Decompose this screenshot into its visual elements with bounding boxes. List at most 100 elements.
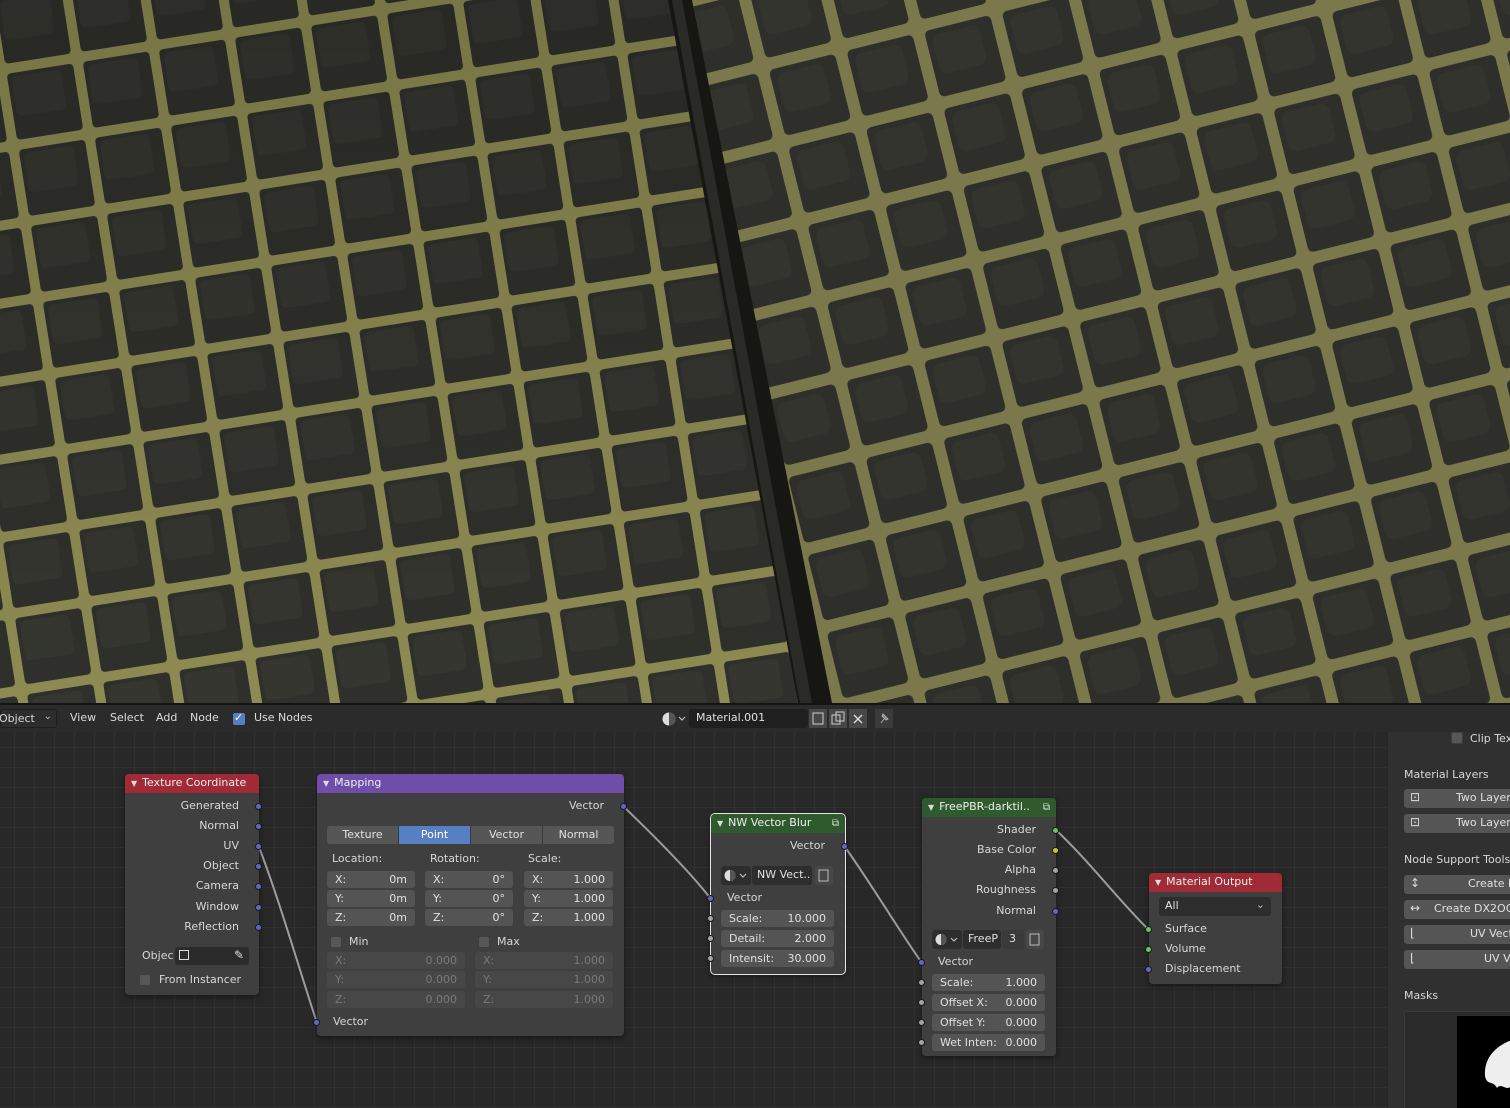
scale-field[interactable]: Scale: 1.000 [932, 974, 1045, 991]
fake-user-icon[interactable] [1026, 930, 1044, 949]
freepbr-node[interactable]: ▼ FreePBR-darktil.. ⧉ Shader Base Color Al… [918, 798, 1059, 1056]
node-group-browse-button[interactable] [932, 930, 962, 949]
socket-generated[interactable] [255, 803, 262, 810]
node-header[interactable]: ▼ Texture Coordinate [125, 774, 259, 793]
collapse-triangle-icon[interactable]: ▼ [717, 819, 723, 828]
rotation-x-field[interactable]: X: 0° [425, 871, 513, 888]
uv-vector-button-2[interactable]: ⌊ UV V [1404, 950, 1510, 969]
socket-output-vector[interactable] [620, 803, 627, 810]
socket-output-vector[interactable] [841, 843, 848, 850]
socket-window[interactable] [255, 904, 262, 911]
collapse-triangle-icon[interactable]: ▼ [1155, 878, 1161, 887]
scale-x-field[interactable]: X: 1.000 [524, 871, 613, 888]
max-checkbox[interactable] [478, 936, 490, 948]
socket-alpha[interactable] [1052, 867, 1059, 874]
menu-add[interactable]: Add [156, 711, 177, 724]
mapping-node[interactable]: ▼ Mapping Vector Texture Point Vector Nor… [313, 774, 627, 1036]
3d-viewport[interactable] [0, 0, 1510, 703]
socket-input-vector[interactable] [313, 1019, 320, 1026]
tab-vector[interactable]: Vector [471, 826, 543, 844]
collapse-triangle-icon[interactable]: ▼ [323, 779, 329, 788]
scale-field[interactable]: Scale: 10.000 [721, 910, 834, 927]
collapse-triangle-icon[interactable]: ▼ [131, 779, 137, 788]
menu-node[interactable]: Node [190, 711, 219, 724]
two-layers-button[interactable]: ⊡ Two Layers [1404, 814, 1510, 833]
node-group-browse-button[interactable] [721, 866, 751, 885]
material-output-node[interactable]: ▼ Material Output All ⌄ Surface Volume Di… [1145, 873, 1282, 984]
node-group-name-field[interactable]: NW Vect.. [752, 866, 812, 885]
unlink-material-icon[interactable] [849, 709, 867, 728]
socket-roughness[interactable] [1052, 887, 1059, 894]
texture-coordinate-node[interactable]: ▼ Texture Coordinate Generated Normal UV … [125, 774, 262, 995]
tab-texture[interactable]: Texture [327, 826, 399, 844]
node-title: Texture Coordinate [142, 776, 247, 789]
socket-object[interactable] [255, 863, 262, 870]
location-z-field[interactable]: Z: 0m [327, 909, 415, 926]
scale-z-field[interactable]: Z: 1.000 [524, 909, 613, 926]
socket-scale[interactable] [707, 915, 714, 922]
socket-offset-x[interactable] [918, 999, 925, 1006]
offset-y-field[interactable]: Offset Y: 0.000 [932, 1014, 1045, 1031]
socket-intensity[interactable] [707, 955, 714, 962]
rotation-y-field[interactable]: Y: 0° [425, 890, 513, 907]
two-layers-button[interactable]: ⊡ Two Layers [1404, 789, 1510, 808]
menu-select[interactable]: Select [110, 711, 144, 724]
material-browse-button[interactable] [660, 710, 688, 728]
min-checkbox[interactable] [330, 936, 342, 948]
socket-normal[interactable] [1052, 908, 1059, 915]
location-x-field[interactable]: X: 0m [327, 871, 415, 888]
offset-x-field[interactable]: Offset X: 0.000 [932, 994, 1045, 1011]
socket-input-vector[interactable] [918, 959, 925, 966]
rotation-z-field[interactable]: Z: 0° [425, 909, 513, 926]
tab-normal[interactable]: Normal [543, 826, 614, 844]
socket-surface[interactable] [1145, 926, 1152, 933]
node-header[interactable]: ▼ Material Output [1149, 873, 1282, 892]
socket-normal[interactable] [255, 823, 262, 830]
eyedropper-icon[interactable]: ✎ [234, 948, 244, 962]
wet-intensity-field[interactable]: Wet Inten: 0.000 [932, 1034, 1045, 1051]
fake-user-icon[interactable] [815, 866, 833, 885]
clip-textures-checkbox[interactable] [1451, 732, 1463, 744]
node-editor-canvas[interactable]: ▼ Texture Coordinate Generated Normal UV … [0, 732, 1387, 1108]
fake-user-icon[interactable] [809, 709, 827, 728]
vector-blur-node[interactable]: ▼ NW Vector Blur ⧉ Vector NW Vect.. Vector… [707, 813, 848, 975]
socket-scale[interactable] [918, 979, 925, 986]
scale-y-field[interactable]: Y: 1.000 [524, 890, 613, 907]
node-header[interactable]: ▼ Mapping [317, 774, 624, 793]
object-field[interactable]: ✎ [175, 947, 249, 965]
tab-point[interactable]: Point [399, 826, 471, 844]
users-count[interactable]: 3 [1002, 930, 1024, 949]
socket-reflection[interactable] [255, 924, 262, 931]
mode-dropdown[interactable]: Object ⌄ [0, 709, 57, 728]
menu-view[interactable]: View [70, 711, 96, 724]
mask-preview[interactable] [1404, 1011, 1510, 1108]
from-instancer-checkbox[interactable] [139, 974, 151, 986]
socket-displacement[interactable] [1145, 966, 1152, 973]
material-name-field[interactable]: Material.001 [689, 709, 808, 728]
location-y-field[interactable]: Y: 0m [327, 890, 415, 907]
socket-detail[interactable] [707, 935, 714, 942]
socket-base-color[interactable] [1052, 847, 1059, 854]
detail-field[interactable]: Detail: 2.000 [721, 930, 834, 947]
node-header[interactable]: ▼ FreePBR-darktil.. ⧉ [922, 798, 1056, 817]
target-dropdown[interactable]: All ⌄ [1159, 897, 1271, 916]
duplicate-material-icon[interactable] [829, 709, 847, 728]
collapse-triangle-icon[interactable]: ▼ [928, 803, 934, 812]
uv-vector-button[interactable]: ⌊ UV Vect [1404, 925, 1510, 944]
mode-dropdown-label: Object [0, 712, 35, 725]
create-normal-button[interactable]: ↕ Create N [1404, 875, 1510, 894]
socket-offset-y[interactable] [918, 1019, 925, 1026]
socket-shader[interactable] [1052, 827, 1059, 834]
intensity-field[interactable]: Intensit: 30.000 [721, 950, 834, 967]
socket-camera[interactable] [255, 883, 262, 890]
pin-icon[interactable] [875, 709, 893, 728]
node-header[interactable]: ▼ NW Vector Blur ⧉ [711, 814, 845, 833]
use-nodes-checkbox[interactable] [233, 711, 245, 725]
node-title: Mapping [334, 776, 382, 789]
create-dx2ogl-button[interactable]: ↔ Create DX2OGL [1404, 900, 1510, 919]
socket-input-vector[interactable] [707, 895, 714, 902]
socket-volume[interactable] [1145, 946, 1152, 953]
node-group-name-field[interactable]: FreeP [963, 930, 1001, 949]
socket-uv[interactable] [255, 843, 262, 850]
socket-wet-intensity[interactable] [918, 1039, 925, 1046]
